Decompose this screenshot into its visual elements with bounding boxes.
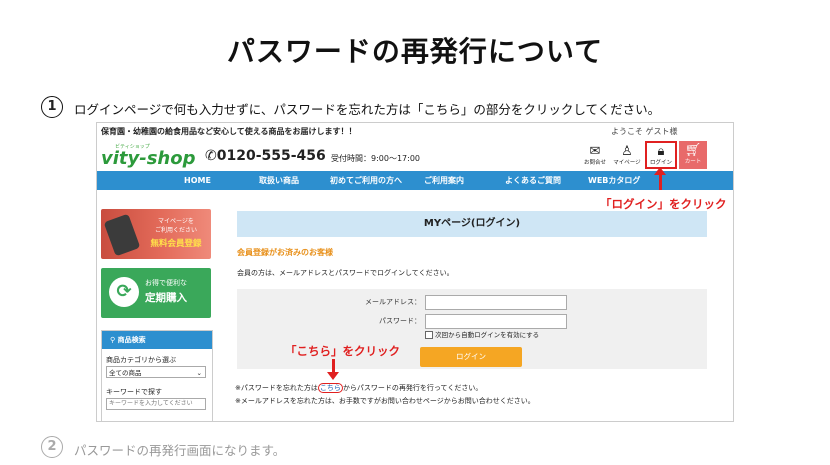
recycle-icon: ⟳ xyxy=(109,277,139,307)
mypage-link[interactable]: ♙ マイページ xyxy=(613,145,641,166)
auto-login-option[interactable]: 次回から自動ログインを有効にする xyxy=(425,329,539,339)
slide-title: パスワードの再発行について xyxy=(226,35,604,68)
nav-faq[interactable]: よくあるご質問 xyxy=(505,171,561,190)
arrow-down-icon xyxy=(327,372,339,380)
cart-link[interactable]: 🛒︎ カート xyxy=(679,141,707,169)
business-hours: 受付時間：9:00～17:00 xyxy=(331,154,421,163)
login-link[interactable]: 🔒︎ ログイン xyxy=(645,141,677,169)
nav-guide[interactable]: ご利用案内 xyxy=(424,171,464,190)
step-1-number: 1 xyxy=(41,96,63,118)
main-nav: HOME 取扱い商品 初めてご利用の方へ ご利用案内 よくあるご質問 WEBカタ… xyxy=(97,171,733,190)
login-intro: 会員の方は、メールアドレスとパスワードでログインしてください。 xyxy=(237,269,454,277)
nav-products[interactable]: 取扱い商品 xyxy=(259,171,299,190)
password-field[interactable] xyxy=(425,314,567,329)
email-field[interactable] xyxy=(425,295,567,310)
chevron-down-icon: ⌄ xyxy=(196,369,202,377)
product-search-box: ⚲ 商品検索 商品カテゴリから選ぶ 全ての商品 ⌄ キーワードで探す xyxy=(101,330,213,421)
mail-icon: ✉ xyxy=(589,144,601,159)
search-title: ⚲ 商品検索 xyxy=(102,331,212,349)
nav-first-time[interactable]: 初めてご利用の方へ xyxy=(330,171,402,190)
step-2-text: パスワードの再発行画面になります。 xyxy=(74,443,286,458)
logo-text: vity-shop xyxy=(101,148,196,169)
subscription-banner[interactable]: ⟳ お得で便利な 定期購入 xyxy=(101,268,211,318)
nav-catalog[interactable]: WEBカタログ xyxy=(588,171,640,190)
greeting: ようこそ ゲスト様 xyxy=(611,127,678,136)
keyword-input[interactable] xyxy=(106,398,206,410)
step-2-number: 2 xyxy=(41,436,63,458)
step-1-text: ログインページで何も入力せずに、パスワードを忘れた方は「こちら」の部分をクリック… xyxy=(74,102,661,117)
kochira-callout-arrow xyxy=(332,359,335,373)
cart-icon: 🛒︎ xyxy=(684,143,702,158)
page-heading: MYページ(ログイン) xyxy=(237,211,707,237)
smartphone-icon xyxy=(103,213,141,257)
login-callout: 「ログイン」をクリック xyxy=(600,197,727,211)
forgot-password-note: ※パスワードを忘れた方は こちら からパスワードの再発行を行ってください。 xyxy=(235,383,483,393)
forgot-email-note: ※メールアドレスを忘れた方は、お手数ですがお問い合わせページからお問い合わせくだ… xyxy=(235,397,535,405)
nav-home[interactable]: HOME xyxy=(184,171,211,190)
lock-icon: 🔒︎ xyxy=(657,144,665,159)
arrow-up-icon xyxy=(654,167,666,175)
phone-icon: ✆ xyxy=(205,148,217,164)
member-register-banner[interactable]: マイページを ご利用ください 無料会員登録 xyxy=(101,209,211,259)
phone-number: ✆0120-555-456 xyxy=(205,148,326,164)
search-icon: ⚲ xyxy=(110,336,116,344)
section-title: 会員登録がお済みのお客様 xyxy=(237,248,333,257)
auto-login-checkbox[interactable] xyxy=(425,331,433,339)
user-icon: ♙ xyxy=(621,144,633,159)
site-tagline: 保育園・幼稚園の給食用品など安心して使える商品をお届けします！！ xyxy=(101,127,357,136)
contact-link[interactable]: ✉ お問合せ xyxy=(581,145,609,166)
site-logo[interactable]: ビティショップ vity-shop xyxy=(101,143,196,168)
kochira-callout: 「こちら」をクリック xyxy=(285,344,400,358)
website-screenshot: 保育園・幼稚園の給食用品など安心して使える商品をお届けします！！ ようこそ ゲス… xyxy=(96,122,734,422)
forgot-password-link[interactable]: こちら xyxy=(317,383,343,393)
category-select[interactable]: 全ての商品 ⌄ xyxy=(106,366,206,378)
login-button[interactable]: ログイン xyxy=(420,347,522,367)
